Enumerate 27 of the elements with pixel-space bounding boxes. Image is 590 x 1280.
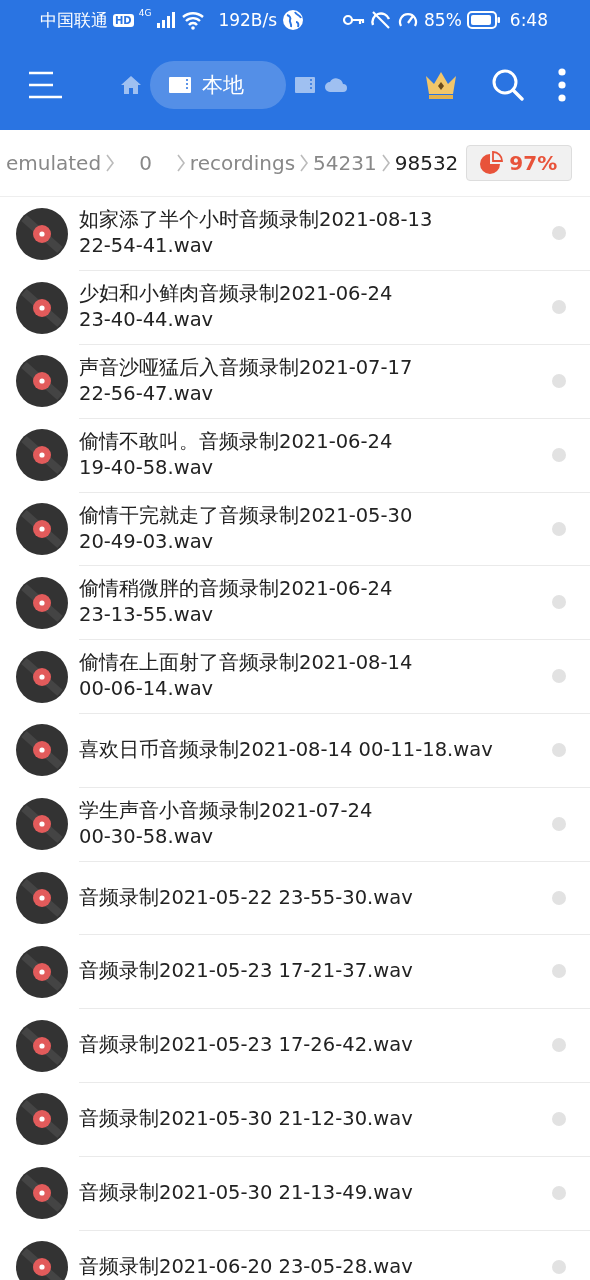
file-name[interactable]: 少妇和小鲜肉音频录制2021-06-24 23-40-44.wav: [79, 281, 542, 334]
network-speed: 192B/s: [218, 10, 278, 30]
carrier-name: 中国联通: [40, 8, 108, 32]
file-name[interactable]: 音频录制2021-05-30 21-12-30.wav: [79, 1105, 542, 1132]
file-name[interactable]: 音频录制2021-05-22 23-55-30.wav: [79, 884, 542, 911]
breadcrumb-item[interactable]: recordings: [189, 151, 296, 175]
file-name[interactable]: 喜欢日币音频录制2021-08-14 00-11-18.wav: [79, 736, 542, 763]
file-name[interactable]: 偷情干完就走了音频录制2021-05-30 20-49-03.wav: [79, 502, 542, 555]
clock-time: 6:48: [509, 10, 548, 30]
hd-badge: HD: [113, 13, 134, 27]
breadcrumb-item[interactable]: emulated: [6, 151, 102, 175]
file-name[interactable]: 音频录制2021-05-23 17-26-42.wav: [79, 1032, 542, 1059]
breadcrumb-item[interactable]: 98532: [394, 151, 459, 175]
file-name[interactable]: 音频录制2021-05-30 21-13-49.wav: [79, 1179, 542, 1206]
file-name[interactable]: 音频录制2021-05-23 17-21-37.wav: [79, 958, 542, 985]
file-name[interactable]: 如家添了半个小时音频录制2021-08-13 22-54-41.wav: [79, 207, 542, 260]
breadcrumb-item[interactable]: 54231: [313, 151, 377, 175]
file-name[interactable]: 学生声音小音频录制2021-07-24 00-30-58.wav: [79, 797, 542, 850]
file-name[interactable]: 声音沙哑猛后入音频录制2021-07-17 22-56-47.wav: [79, 355, 542, 407]
file-name[interactable]: 偷情不敢叫。音频录制2021-06-24 19-40-58.wav: [79, 428, 542, 481]
file-name[interactable]: 偷情稍微胖的音频录制2021-06-24 23-13-55.wav: [79, 576, 542, 629]
file-name[interactable]: 偷情在上面射了音频录制2021-08-14 00-06-14.wav: [79, 650, 542, 703]
storage-percent: 97%: [509, 151, 558, 175]
breadcrumb-item[interactable]: 0: [139, 151, 152, 175]
network-type: 4G: [138, 8, 152, 18]
file-name[interactable]: 音频录制2021-06-20 23-05-28.wav: [79, 1253, 542, 1280]
battery-percent: 85%: [424, 10, 462, 30]
